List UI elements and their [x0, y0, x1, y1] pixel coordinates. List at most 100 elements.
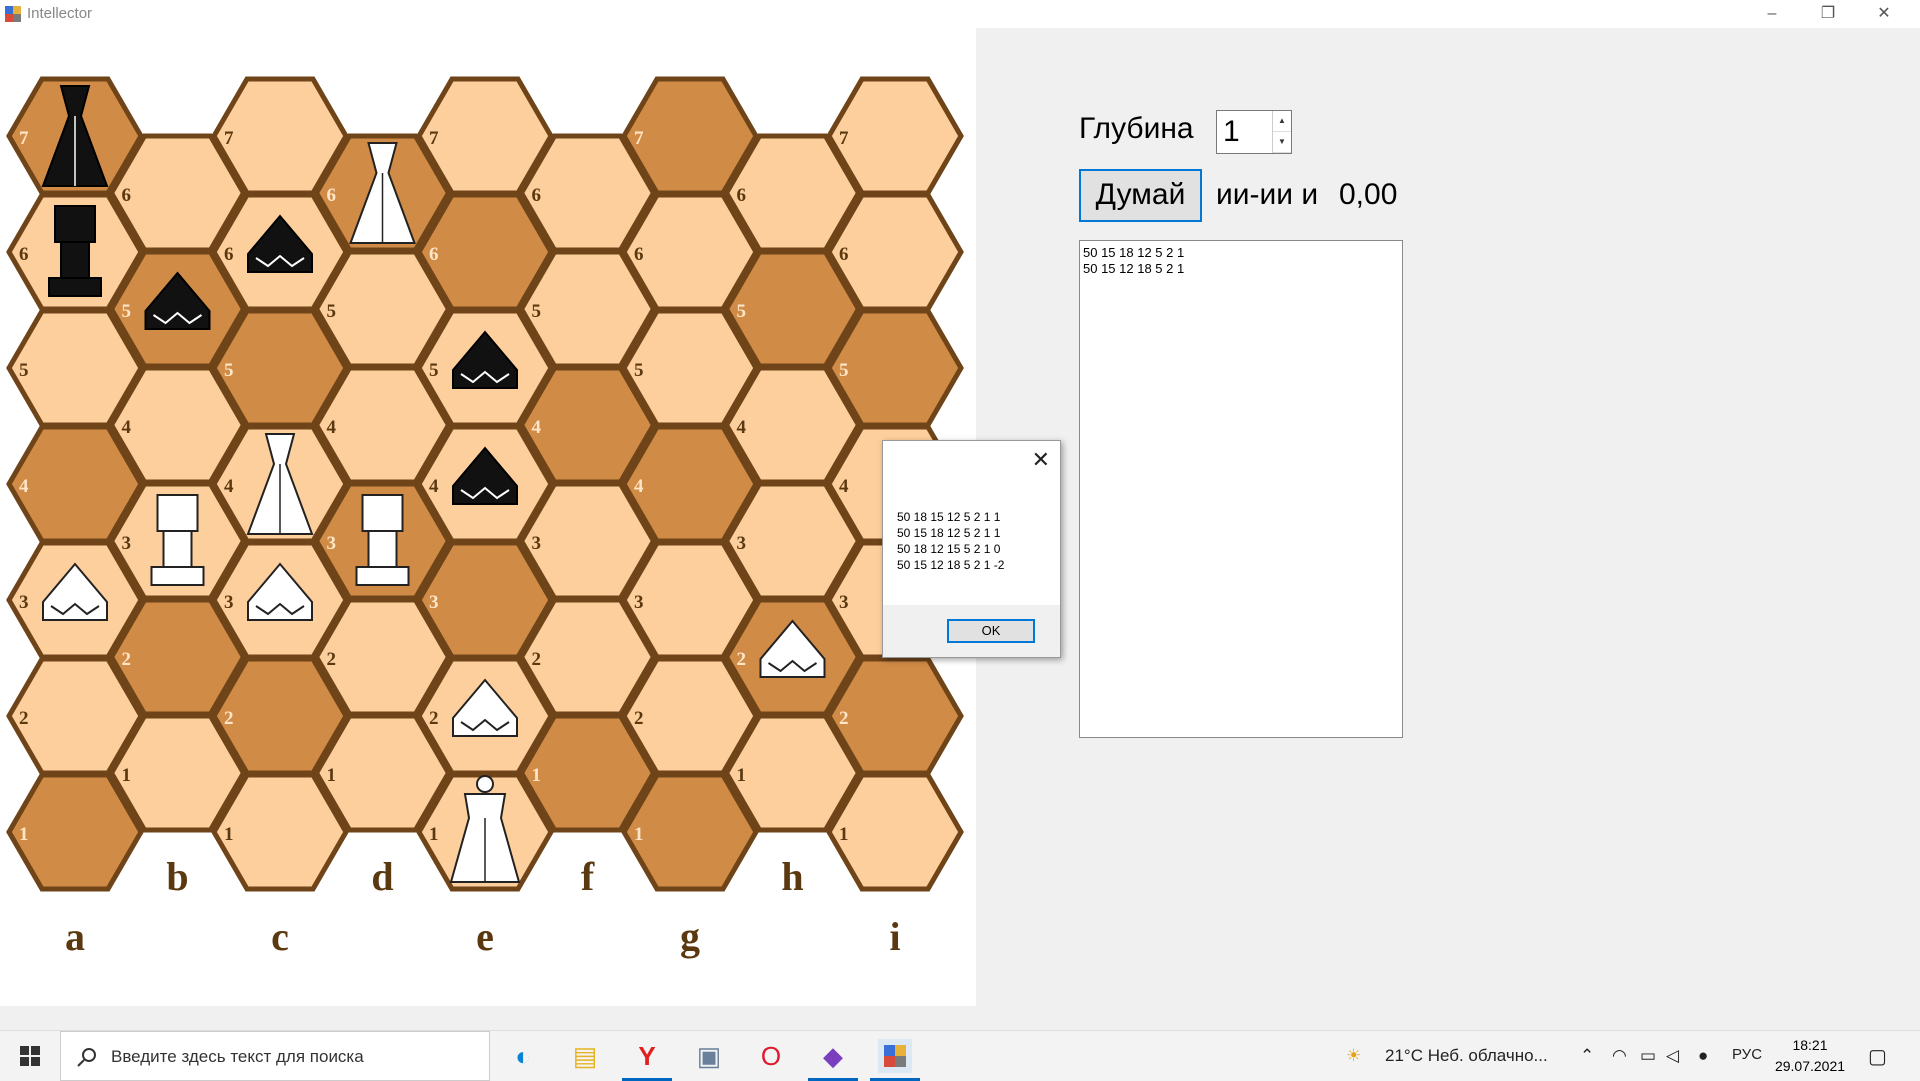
rank-label: 2 [327, 649, 337, 670]
rank-label: 7 [429, 128, 439, 149]
depth-label: Глубина [1079, 112, 1194, 145]
rank-label: 2 [532, 649, 542, 670]
file-label-e: e [476, 914, 494, 959]
title-bar: Intellector – ❐ ✕ [0, 0, 1920, 28]
rank-label: 1 [19, 824, 29, 845]
rank-label: 4 [429, 476, 439, 497]
game-mode-label: ии-ии и [1216, 178, 1319, 211]
rank-label: 1 [634, 824, 644, 845]
intellector-app-icon[interactable] [878, 1039, 912, 1073]
rank-label: 1 [327, 765, 337, 786]
rank-label: 4 [122, 417, 132, 438]
visual-studio-icon[interactable]: ◆ [816, 1039, 850, 1073]
rank-label: 7 [634, 128, 644, 149]
file-label-b: b [166, 854, 188, 899]
rank-label: 3 [532, 533, 542, 554]
show-hidden-icons-icon[interactable]: ⌃ [1580, 1046, 1594, 1066]
rank-label: 6 [327, 185, 337, 206]
rank-label: 5 [532, 301, 542, 322]
rank-label: 5 [839, 360, 849, 381]
image-viewer-icon[interactable]: ▣ [692, 1039, 726, 1073]
spinner-buttons[interactable]: ▲ ▼ [1272, 111, 1291, 153]
rank-label: 2 [429, 708, 439, 729]
weather-text[interactable]: 21°C Неб. облачно... [1385, 1046, 1548, 1066]
rank-label: 4 [327, 417, 337, 438]
log-line: 50 15 12 18 5 2 1 [1083, 261, 1185, 276]
dialog-footer: OK [883, 605, 1060, 657]
dialog-line: 50 18 12 15 5 2 1 0 [897, 542, 1001, 556]
file-label-g: g [680, 914, 700, 959]
rank-label: 2 [224, 708, 234, 729]
rank-label: 3 [327, 533, 337, 554]
rank-label: 1 [532, 765, 542, 786]
minimize-icon[interactable]: – [1744, 0, 1800, 28]
rank-label: 1 [429, 824, 439, 845]
message-dialog: ✕ 50 18 15 12 5 2 1 1 50 15 18 12 5 2 1 1… [882, 440, 1061, 658]
depth-value[interactable]: 1 [1223, 115, 1240, 149]
file-explorer-icon[interactable]: ▤ [568, 1039, 602, 1073]
rank-label: 5 [122, 301, 132, 322]
score-label: 0,00 [1339, 178, 1398, 211]
rank-label: 4 [19, 476, 29, 497]
file-label-h: h [781, 854, 803, 899]
rank-label: 3 [122, 533, 132, 554]
rank-label: 1 [737, 765, 747, 786]
spin-down-icon[interactable]: ▼ [1273, 132, 1291, 153]
file-label-d: d [371, 854, 393, 899]
rank-label: 4 [634, 476, 644, 497]
rank-label: 6 [429, 244, 439, 265]
rank-label: 6 [634, 244, 644, 265]
board-top-strip [0, 28, 976, 61]
think-button[interactable]: Думай [1079, 169, 1202, 222]
network-icon[interactable]: ◠ [1612, 1046, 1627, 1066]
notifications-icon[interactable]: ▢ [1868, 1044, 1887, 1069]
game-board-area[interactable]: 7 6 5 4 3 2 1 6 5 4 3 2 1 7 6 5 4 3 2 1 6 5 4 3 2 1 7 6 5 4 3 2 1 6 5 4 3 2 1 7… [0, 60, 976, 1006]
hex-board[interactable]: 7 6 5 4 3 2 1 6 5 4 3 2 1 7 6 5 4 3 2 1 6 5 4 3 2 1 7 6 5 4 3 2 1 6 5 4 3 2 1 7… [0, 60, 976, 1006]
clock[interactable]: 18:21 29.07.2021 [1760, 1035, 1860, 1077]
restore-icon[interactable]: ❐ [1800, 0, 1856, 28]
rank-label: 3 [737, 533, 747, 554]
rank-label: 3 [224, 592, 234, 613]
move-log-textbox[interactable]: 50 15 18 12 5 2 1 50 15 12 18 5 2 1 [1079, 240, 1403, 738]
file-label-a: a [65, 914, 85, 959]
search-icon [77, 1048, 96, 1067]
taskbar-search-box[interactable]: Введите здесь текст для поиска [60, 1031, 490, 1081]
rank-label: 1 [224, 824, 234, 845]
dialog-line: 50 15 18 12 5 2 1 1 [897, 526, 1001, 540]
taskbar: Введите здесь текст для поиска ◐ ▤ Y ▣ O… [0, 1030, 1920, 1081]
clock-date: 29.07.2021 [1774, 1058, 1846, 1074]
windows-start-icon[interactable] [20, 1046, 40, 1066]
intellector-taskbar-logo [884, 1045, 906, 1067]
microphone-icon[interactable]: ● [1698, 1046, 1708, 1066]
yandex-browser-icon[interactable]: Y [630, 1039, 664, 1073]
rank-label: 2 [122, 649, 132, 670]
file-label-f: f [581, 854, 595, 899]
rank-label: 6 [839, 244, 849, 265]
battery-icon[interactable]: ▭ [1640, 1046, 1656, 1066]
spin-up-icon[interactable]: ▲ [1273, 111, 1291, 132]
weather-icon[interactable]: ☀ [1346, 1046, 1361, 1066]
opera-browser-icon[interactable]: O [754, 1039, 788, 1073]
dialog-close-icon[interactable]: ✕ [1032, 447, 1050, 473]
rank-label: 7 [224, 128, 234, 149]
edge-browser-icon[interactable]: ◐ [506, 1039, 540, 1073]
file-label-c: c [271, 914, 289, 959]
rank-label: 5 [327, 301, 337, 322]
rank-label: 3 [634, 592, 644, 613]
volume-icon[interactable]: ◁ [1666, 1046, 1679, 1066]
rank-label: 2 [839, 708, 849, 729]
depth-spinner[interactable]: 1 ▲ ▼ [1216, 110, 1292, 154]
rank-label: 6 [19, 244, 29, 265]
rank-label: 5 [634, 360, 644, 381]
ok-button[interactable]: OK [947, 619, 1035, 643]
rank-label: 6 [737, 185, 747, 206]
rank-label: 7 [19, 128, 29, 149]
rank-label: 4 [839, 476, 849, 497]
close-window-icon[interactable]: ✕ [1856, 0, 1912, 28]
rank-label: 2 [737, 649, 747, 670]
rank-label: 5 [737, 301, 747, 322]
rank-label: 6 [122, 185, 132, 206]
rank-label: 4 [737, 417, 747, 438]
language-indicator[interactable]: РУС [1732, 1046, 1762, 1063]
rank-label: 6 [532, 185, 542, 206]
